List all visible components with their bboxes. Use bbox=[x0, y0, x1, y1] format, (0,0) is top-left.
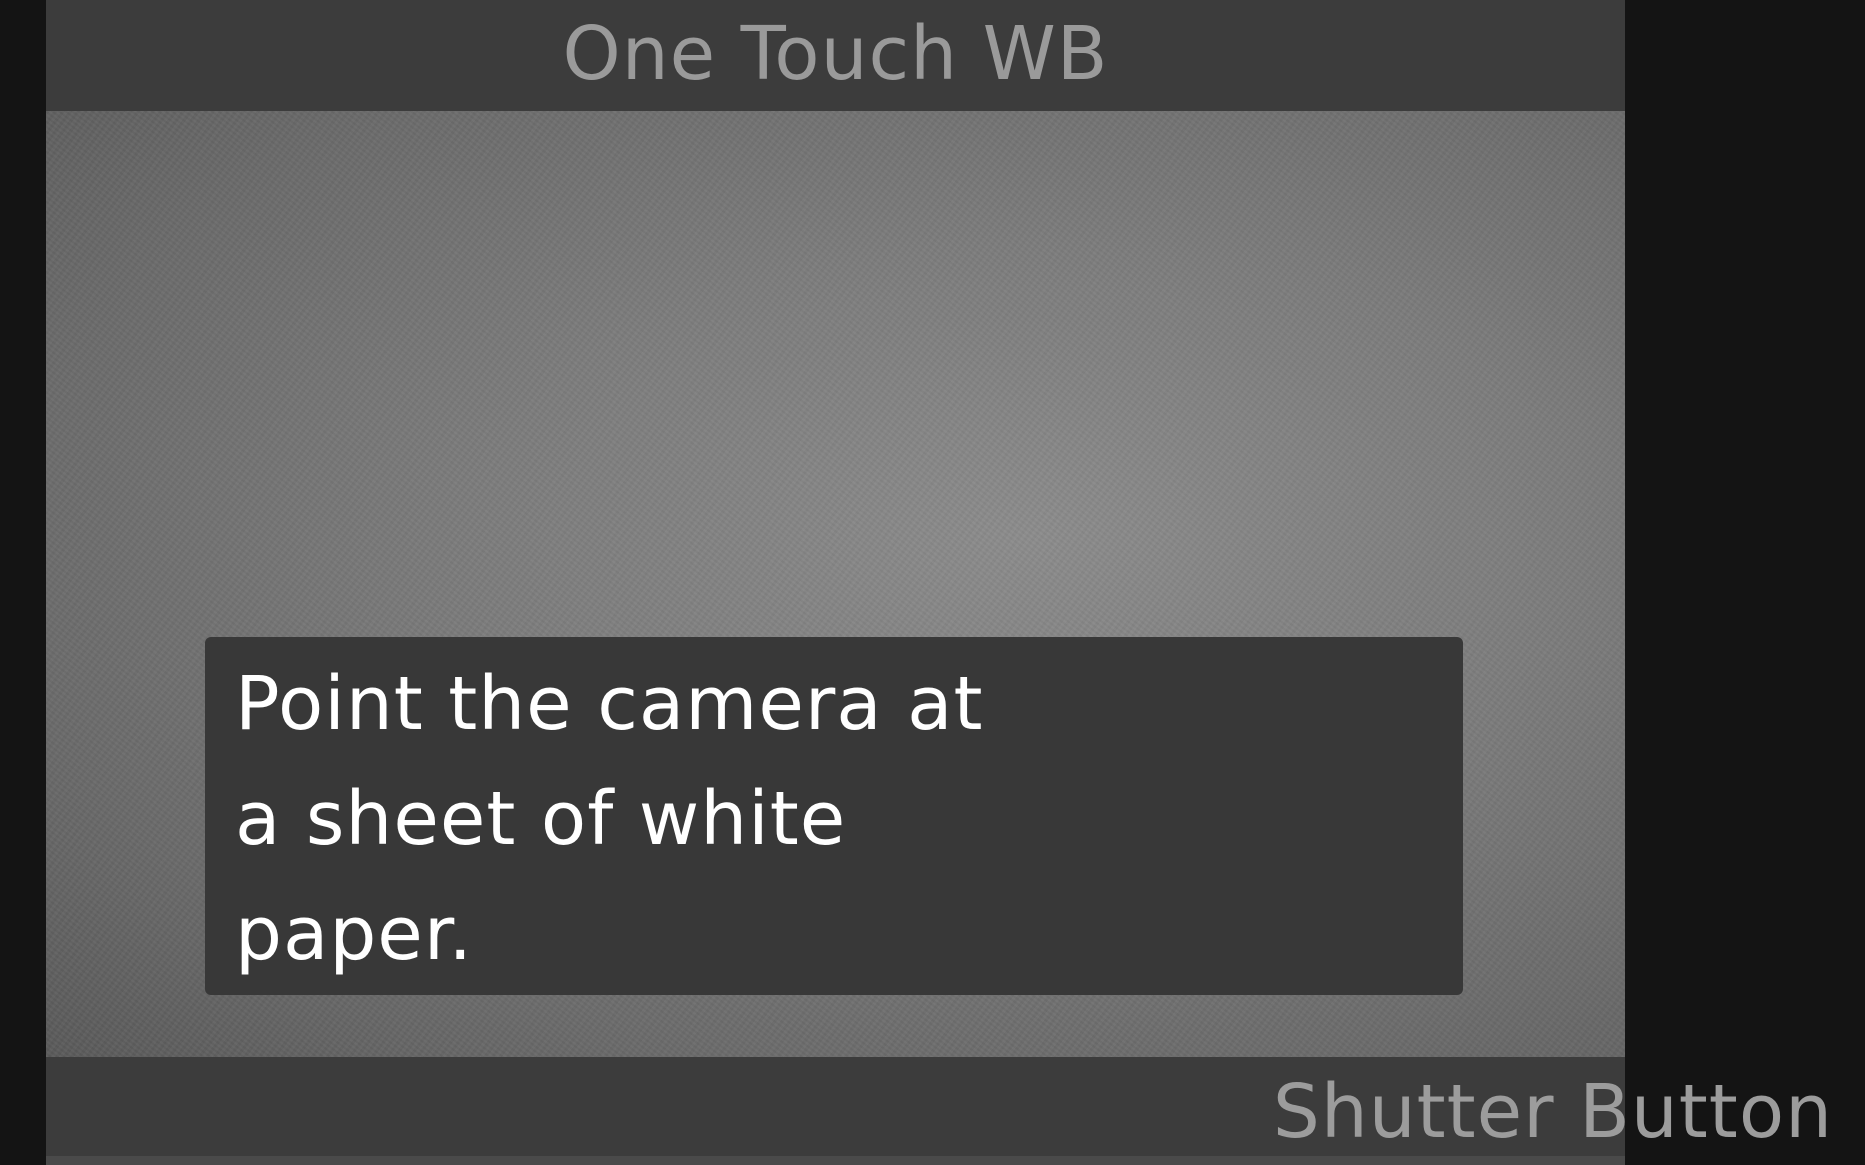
instruction-line-3: paper. bbox=[235, 891, 473, 977]
instruction-line-1: Point the camera at bbox=[235, 661, 984, 747]
shutter-button-hint[interactable]: Shutter Button bbox=[1273, 1075, 1833, 1149]
instruction-message-box: Point the camera at a sheet of white pap… bbox=[205, 637, 1463, 995]
title-bar: One Touch WB bbox=[46, 0, 1625, 111]
bottom-strip bbox=[46, 1156, 1625, 1165]
instruction-line-2: a sheet of white bbox=[235, 776, 847, 862]
camera-screen: One Touch WB Point the camera at a sheet… bbox=[0, 0, 1865, 1165]
left-frame-border bbox=[0, 0, 46, 1165]
page-title: One Touch WB bbox=[562, 10, 1109, 97]
right-frame-border bbox=[1625, 0, 1865, 1165]
